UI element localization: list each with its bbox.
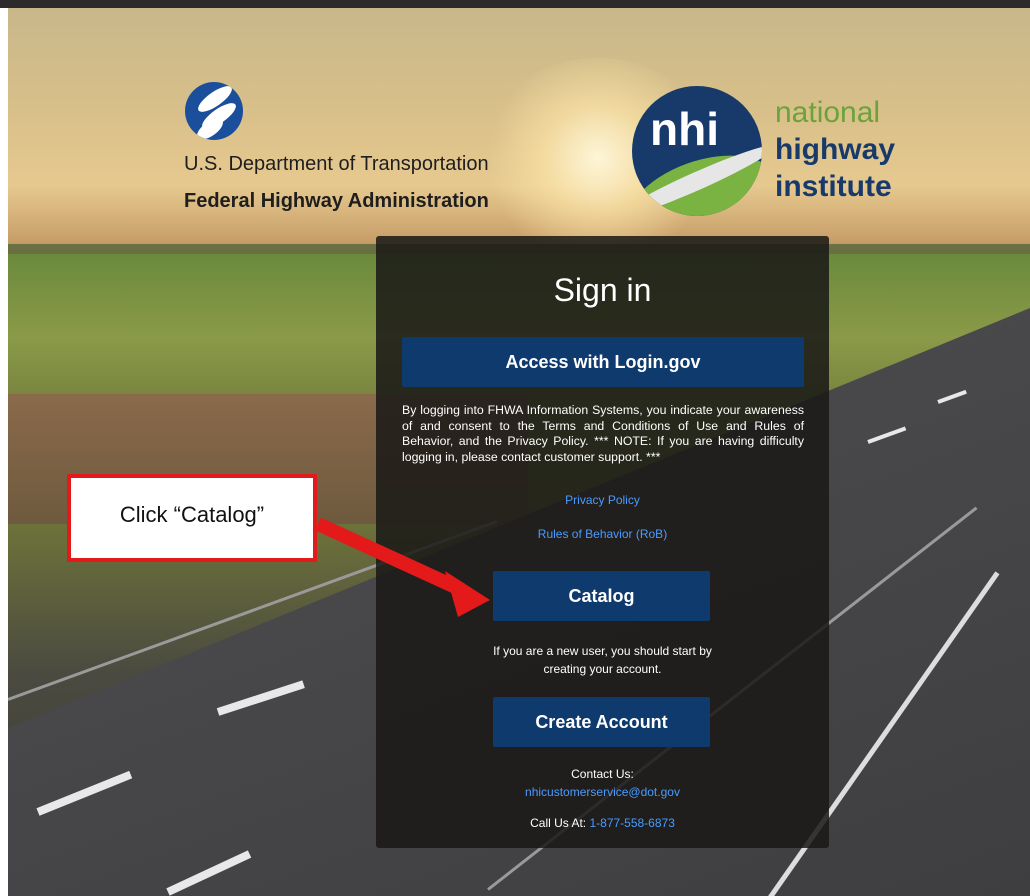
signin-title: Sign in (553, 272, 652, 308)
contact-label: Contact Us: (571, 767, 634, 781)
privacy-policy-link[interactable]: Privacy Policy (376, 493, 829, 507)
dot-title: U.S. Department of Transportation (184, 153, 489, 175)
contact-email-link[interactable]: nhicustomerservice@dot.gov (376, 785, 829, 799)
call-label: Call Us At: (530, 816, 587, 830)
rules-of-behavior-link[interactable]: Rules of Behavior (RoB) (376, 527, 829, 541)
new-user-text: If you are a new user, you should start … (493, 644, 712, 676)
call-us: Call Us At: 1-877-558-6873 (376, 816, 829, 830)
nhi-letters: nhi (650, 103, 719, 155)
nhi-word-national: national (775, 96, 881, 129)
login-gov-button[interactable]: Access with Login.gov (402, 337, 804, 387)
annotation-text: Click “Catalog” (119, 502, 265, 527)
nhi-logo-icon: nhi (632, 86, 762, 216)
annotation-callout: Click “Catalog” (67, 474, 317, 562)
nhi-word-highway: highway (775, 133, 896, 166)
dot-logo-icon (185, 82, 243, 140)
fhwa-title: Federal Highway Administration (184, 190, 489, 212)
top-bar (0, 0, 1030, 8)
create-account-button[interactable]: Create Account (493, 697, 710, 747)
catalog-button[interactable]: Catalog (493, 571, 710, 621)
nhi-word-institute: institute (775, 170, 892, 203)
signin-panel: Sign in Access with Login.gov By logging… (376, 236, 829, 848)
phone-link[interactable]: 1-877-558-6873 (589, 816, 674, 830)
consent-notice: By logging into FHWA Information Systems… (402, 403, 804, 464)
